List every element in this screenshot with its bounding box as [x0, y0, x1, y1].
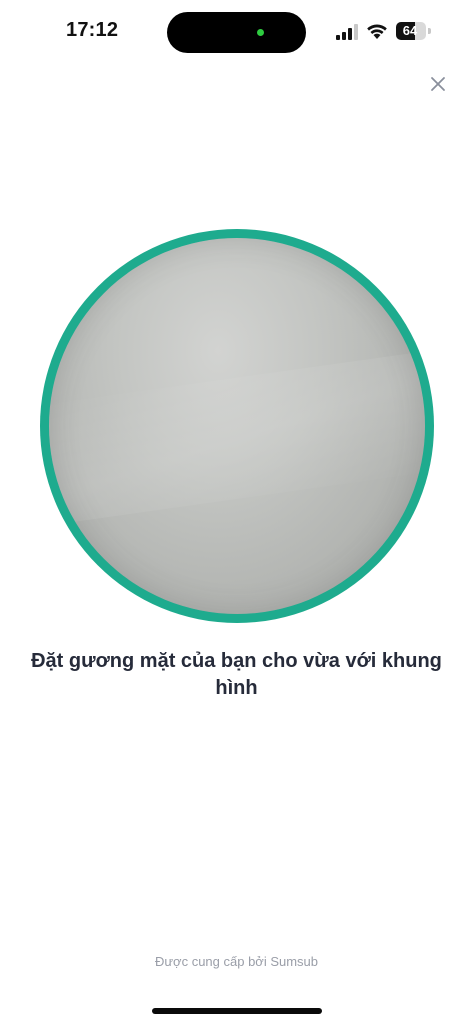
instruction-text: Đặt gương mặt của bạn cho vừa với khung … [31, 650, 442, 699]
battery-cap [428, 28, 431, 34]
camera-in-use-indicator [257, 29, 264, 36]
close-icon[interactable] [426, 72, 450, 96]
signal-icon [336, 24, 358, 40]
liveness-screen: 17:12 64 Đặt gương mặt của bạn cho vừa v… [0, 0, 473, 1024]
powered-by-text[interactable]: Được cung cấp bởi Sumsub [0, 954, 473, 969]
battery-level-text: 64 [402, 23, 418, 38]
home-indicator[interactable] [152, 1008, 322, 1014]
dynamic-island [167, 12, 306, 53]
face-frame-ring [40, 229, 434, 623]
camera-preview [49, 238, 425, 614]
wifi-icon [367, 24, 387, 39]
status-time: 17:12 [66, 19, 119, 41]
battery-icon: 64 [396, 22, 426, 40]
